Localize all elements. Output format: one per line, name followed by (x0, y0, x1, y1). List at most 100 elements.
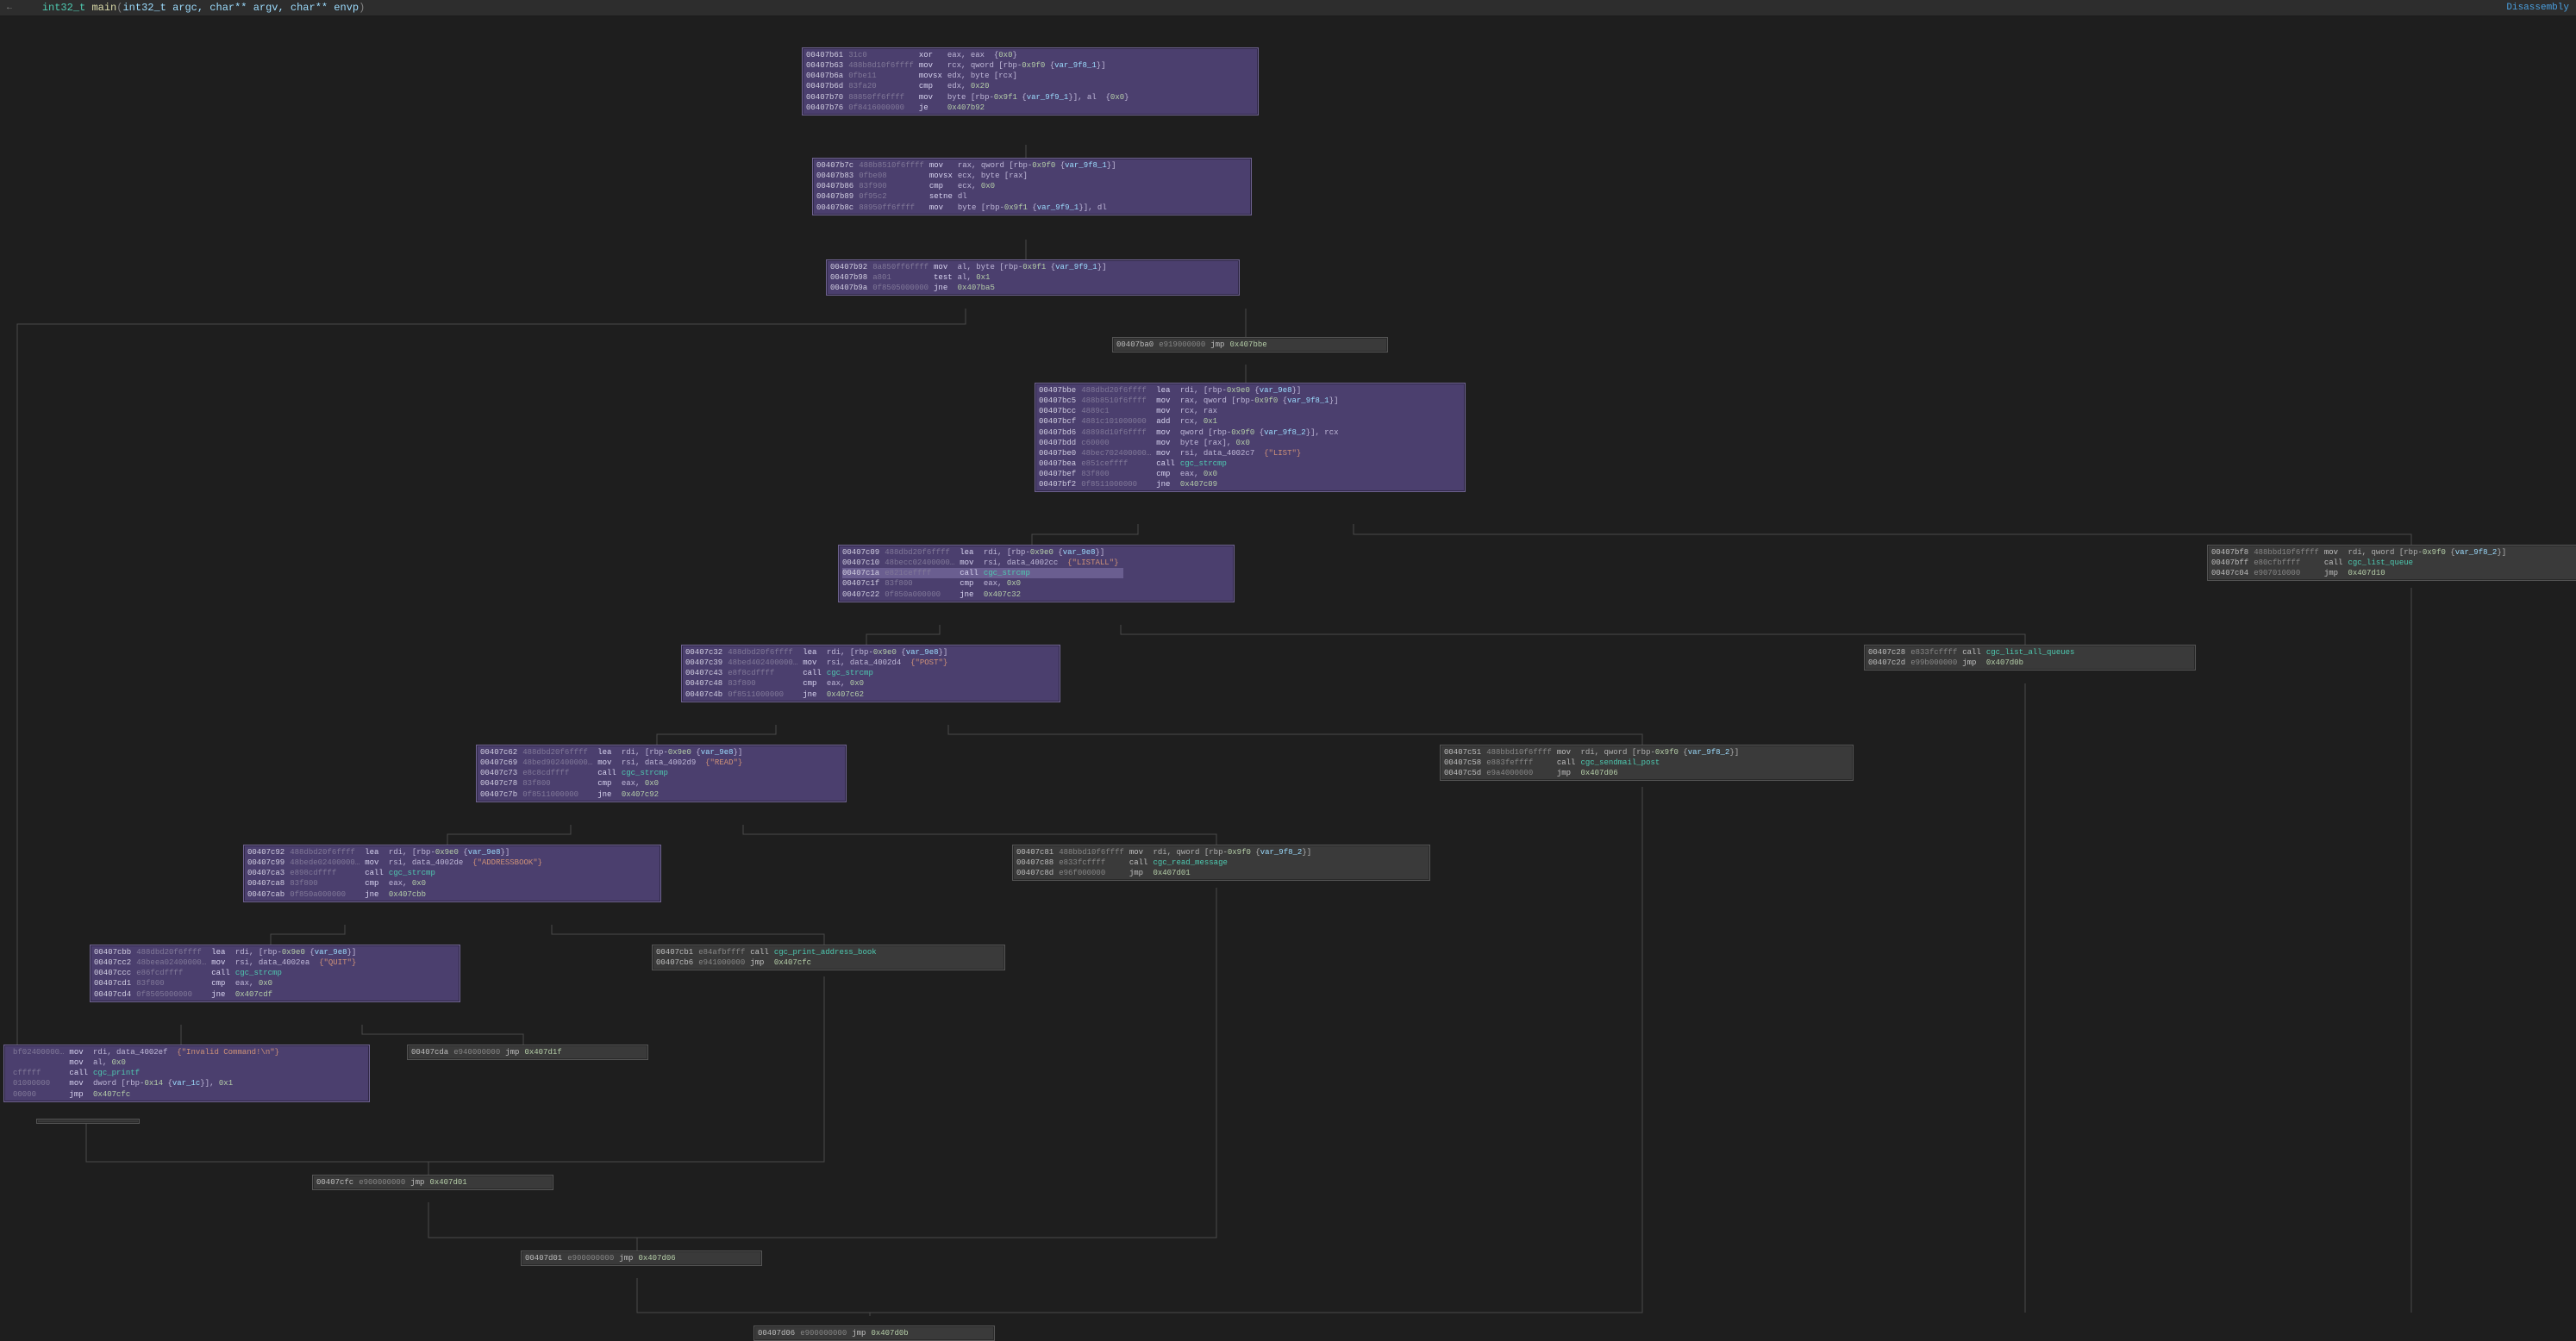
asm-row[interactable]: 00407b928a850ff6ffffmoval, byte [rbp-0x9… (830, 262, 1112, 272)
asm-row[interactable]: 00407b98a801testal, 0x1 (830, 272, 1112, 283)
cfg-node[interactable]: 00407ba0e919000000jmp0x407bbe (1112, 337, 1388, 352)
cfg-node[interactable] (36, 1119, 140, 1124)
cfg-node[interactable]: 00407bbe488dbd20f6ffffleardi, [rbp-0x9e0… (1035, 383, 1466, 492)
cfg-node[interactable]: 00407d01e900000000jmp0x407d06 (521, 1251, 762, 1266)
asm-row[interactable]: 00407c8de96f000000jmp0x407d01 (1016, 868, 1316, 878)
asm-row[interactable]: 00407c2de99b000000jmp0x407d0b (1868, 658, 2079, 668)
asm-row[interactable]: 00407bbe488dbd20f6ffffleardi, [rbp-0x9e0… (1039, 385, 1344, 396)
asm-row[interactable]: 00407b6131c0xoreax, eax {0x0} (806, 50, 1135, 60)
asm-row[interactable]: 00407bd648898d10f6ffffmovqword [rbp-0x9f… (1039, 427, 1344, 438)
asm-row[interactable]: 00407bcc4889c1movrcx, rax (1039, 406, 1344, 416)
asm-row[interactable]: 00407c1f83f800cmpeax, 0x0 (842, 578, 1123, 589)
asm-row[interactable]: 00407c09488dbd20f6ffffleardi, [rbp-0x9e0… (842, 547, 1123, 558)
view-tab-disassembly[interactable]: Disassembly (2506, 3, 2569, 13)
cfg-node[interactable]: 00407c28e833fcffffcallcgc_list_all_queue… (1864, 645, 2196, 670)
asm-row[interactable]: 00407bddc60000movbyte [rax], 0x0 (1039, 438, 1344, 448)
asm-listing: 00407c92488dbd20f6ffffleardi, [rbp-0x9e0… (247, 847, 547, 900)
asm-row[interactable]: 00407c5de9a4000000jmp0x407d06 (1444, 768, 1744, 778)
nav-back-icon[interactable]: ← (7, 3, 12, 13)
asm-row[interactable]: 00407b63488b8d10f6ffffmovrcx, qword [rbp… (806, 60, 1135, 71)
asm-row[interactable]: 00407b7088850ff6ffffmovbyte [rbp-0x9f1 {… (806, 92, 1135, 103)
asm-row[interactable]: 00407b830fbe08movsxecx, byte [rax] (816, 171, 1122, 181)
asm-row[interactable]: bf02400000…movrdi, data_4002ef {"Invalid… (8, 1047, 284, 1057)
asm-row[interactable]: 00407c220f850a000000jne0x407c32 (842, 589, 1123, 600)
asm-row[interactable]: 00407c32488dbd20f6ffffleardi, [rbp-0x9e0… (685, 647, 953, 658)
asm-row[interactable]: 00407b890f95c2setnedl (816, 191, 1122, 202)
asm-row[interactable]: 00407c28e833fcffffcallcgc_list_all_queue… (1868, 647, 2079, 658)
asm-row[interactable]: 00407bc5488b8510f6ffffmovrax, qword [rbp… (1039, 396, 1344, 406)
asm-listing: 00407bf8488bbd10f6ffffmovrdi, qword [rbp… (2211, 547, 2511, 578)
cfg-node[interactable]: 00407cbb488dbd20f6ffffleardi, [rbp-0x9e0… (90, 945, 460, 1002)
asm-row[interactable]: 00407cc248beea02400000…movrsi, data_4002… (94, 957, 361, 968)
cfg-node[interactable]: 00407c32488dbd20f6ffffleardi, [rbp-0x9e0… (681, 645, 1060, 702)
asm-row[interactable]: 00407c73e8c8cdffffcallcgc_strcmp (480, 768, 747, 778)
asm-row[interactable]: 00407c92488dbd20f6ffffleardi, [rbp-0x9e0… (247, 847, 547, 858)
asm-row[interactable]: 00407bffe80cfbffffcallcgc_list_queue (2211, 558, 2511, 568)
asm-row[interactable]: 00407bef83f800cmpeax, 0x0 (1039, 469, 1344, 479)
cfg-node[interactable]: 00407c81488bbd10f6ffffmovrdi, qword [rbp… (1012, 845, 1430, 881)
asm-row[interactable]: 00407b6d83fa20cmpedx, 0x20 (806, 81, 1135, 91)
asm-row[interactable]: 00407ba0e919000000jmp0x407bbe (1116, 340, 1272, 350)
asm-row[interactable]: 00000jmp0x407cfc (8, 1089, 284, 1100)
cfg-node[interactable]: 00407cfce900000000jmp0x407d01 (312, 1175, 553, 1190)
asm-row[interactable]: 00407bcf4881c101000000addrcx, 0x1 (1039, 416, 1344, 427)
asm-row[interactable]: 00407c1048becc02400000…movrsi, data_4002… (842, 558, 1123, 568)
asm-row[interactable]: 00407bf20f8511000000jne0x407c09 (1039, 479, 1344, 490)
asm-row[interactable]: 00407b7c488b8510f6ffffmovrax, qword [rbp… (816, 160, 1122, 171)
asm-row[interactable]: 00407cdae940000000jmp0x407d1f (411, 1047, 567, 1057)
asm-row[interactable]: 00407cd183f800cmpeax, 0x0 (94, 978, 361, 989)
asm-row[interactable]: 00407cb1e84afbffffcallcgc_print_address_… (656, 947, 882, 957)
asm-row[interactable]: 00407d01e900000000jmp0x407d06 (525, 1253, 681, 1263)
asm-row[interactable]: 00407c04e907010000jmp0x407d10 (2211, 568, 2511, 578)
asm-row[interactable]: 00407d06e900000000jmp0x407d0b (758, 1328, 914, 1338)
asm-row[interactable]: 00407c4883f800cmpeax, 0x0 (685, 678, 953, 689)
cfg-node[interactable]: 00407c62488dbd20f6ffffleardi, [rbp-0x9e0… (476, 745, 847, 802)
asm-row[interactable]: 00407bf8488bbd10f6ffffmovrdi, qword [rbp… (2211, 547, 2511, 558)
asm-row[interactable]: 00407cbb488dbd20f6ffffleardi, [rbp-0x9e0… (94, 947, 361, 957)
asm-row[interactable]: 00407be048bec702400000…movrsi, data_4002… (1039, 448, 1344, 458)
asm-row[interactable]: 00407c3948bed402400000…movrsi, data_4002… (685, 658, 953, 668)
cfg-node[interactable]: 00407b928a850ff6ffffmoval, byte [rbp-0x9… (826, 259, 1240, 296)
cfg-node[interactable]: 00407cdae940000000jmp0x407d1f (407, 1045, 648, 1060)
asm-row[interactable]: 00407ca883f800cmpeax, 0x0 (247, 878, 547, 889)
asm-row[interactable]: 00407beae851ceffffcallcgc_strcmp (1039, 458, 1344, 469)
asm-row[interactable]: 00407c9948bede02400000…movrsi, data_4002… (247, 858, 547, 868)
asm-row[interactable]: 00407c7b0f8511000000jne0x407c92 (480, 789, 747, 800)
cfg-node[interactable]: 00407b7c488b8510f6ffffmovrax, qword [rbp… (812, 158, 1252, 215)
asm-listing: 00407b7c488b8510f6ffffmovrax, qword [rbp… (816, 160, 1122, 213)
asm-row[interactable]: 00407cab0f850a000000jne0x407cbb (247, 889, 547, 900)
cfg-node[interactable]: 00407c92488dbd20f6ffffleardi, [rbp-0x9e0… (243, 845, 661, 902)
cfg-node[interactable]: 00407cb1e84afbffffcallcgc_print_address_… (652, 945, 1005, 970)
asm-row[interactable]: 00407b8c88950ff6ffffmovbyte [rbp-0x9f1 {… (816, 203, 1122, 213)
asm-row[interactable]: 00407b8683f900cmpecx, 0x0 (816, 181, 1122, 191)
cfg-node[interactable]: 00407c09488dbd20f6ffffleardi, [rbp-0x9e0… (838, 545, 1235, 602)
asm-row[interactable]: 00407cfce900000000jmp0x407d01 (316, 1177, 472, 1188)
cfg-node[interactable]: bf02400000…movrdi, data_4002ef {"Invalid… (3, 1045, 370, 1102)
asm-row[interactable]: 00407b760f8416000000je0x407b92 (806, 103, 1135, 113)
asm-row[interactable]: 00407c1ae821ceffffcallcgc_strcmp (842, 568, 1123, 578)
graph-canvas[interactable]: 00407b6131c0xoreax, eax {0x0}00407b63488… (0, 16, 2576, 1316)
cfg-node[interactable]: 00407d06e900000000jmp0x407d0b (753, 1325, 995, 1341)
asm-row[interactable]: moval, 0x0 (8, 1057, 284, 1068)
asm-row[interactable]: 00407c81488bbd10f6ffffmovrdi, qword [rbp… (1016, 847, 1316, 858)
asm-row[interactable]: 00407b6a0fbe11movsxedx, byte [rcx] (806, 71, 1135, 81)
asm-row[interactable]: 00407cd40f8505000000jne0x407cdf (94, 989, 361, 1000)
asm-row[interactable]: 00407ccce86fcdffffcallcgc_strcmp (94, 968, 361, 978)
asm-row[interactable]: 00407c6948bed902400000…movrsi, data_4002… (480, 758, 747, 768)
asm-row[interactable]: cfffffcallcgc_printf (8, 1068, 284, 1078)
asm-row[interactable]: 00407cb6e941000000jmp0x407cfc (656, 957, 882, 968)
asm-row[interactable]: 00407c7883f800cmpeax, 0x0 (480, 778, 747, 789)
asm-listing: 00407b928a850ff6ffffmoval, byte [rbp-0x9… (830, 262, 1112, 293)
asm-row[interactable]: 00407c51488bbd10f6ffffmovrdi, qword [rbp… (1444, 747, 1744, 758)
asm-row[interactable]: 00407c62488dbd20f6ffffleardi, [rbp-0x9e0… (480, 747, 747, 758)
asm-row[interactable]: 01000000movdword [rbp-0x14 {var_1c}], 0x… (8, 1078, 284, 1088)
asm-row[interactable]: 00407c88e833fcffffcallcgc_read_message (1016, 858, 1316, 868)
cfg-node[interactable]: 00407c51488bbd10f6ffffmovrdi, qword [rbp… (1440, 745, 1854, 781)
cfg-node[interactable]: 00407b6131c0xoreax, eax {0x0}00407b63488… (802, 47, 1259, 115)
asm-row[interactable]: 00407b9a0f8505000000jne0x407ba5 (830, 283, 1112, 293)
asm-row[interactable]: 00407c43e8f8cdffffcallcgc_strcmp (685, 668, 953, 678)
asm-row[interactable]: 00407c4b0f8511000000jne0x407c62 (685, 689, 953, 700)
asm-row[interactable]: 00407c58e883feffffcallcgc_sendmail_post (1444, 758, 1744, 768)
cfg-node[interactable]: 00407bf8488bbd10f6ffffmovrdi, qword [rbp… (2207, 545, 2576, 581)
asm-row[interactable]: 00407ca3e898cdffffcallcgc_strcmp (247, 868, 547, 878)
